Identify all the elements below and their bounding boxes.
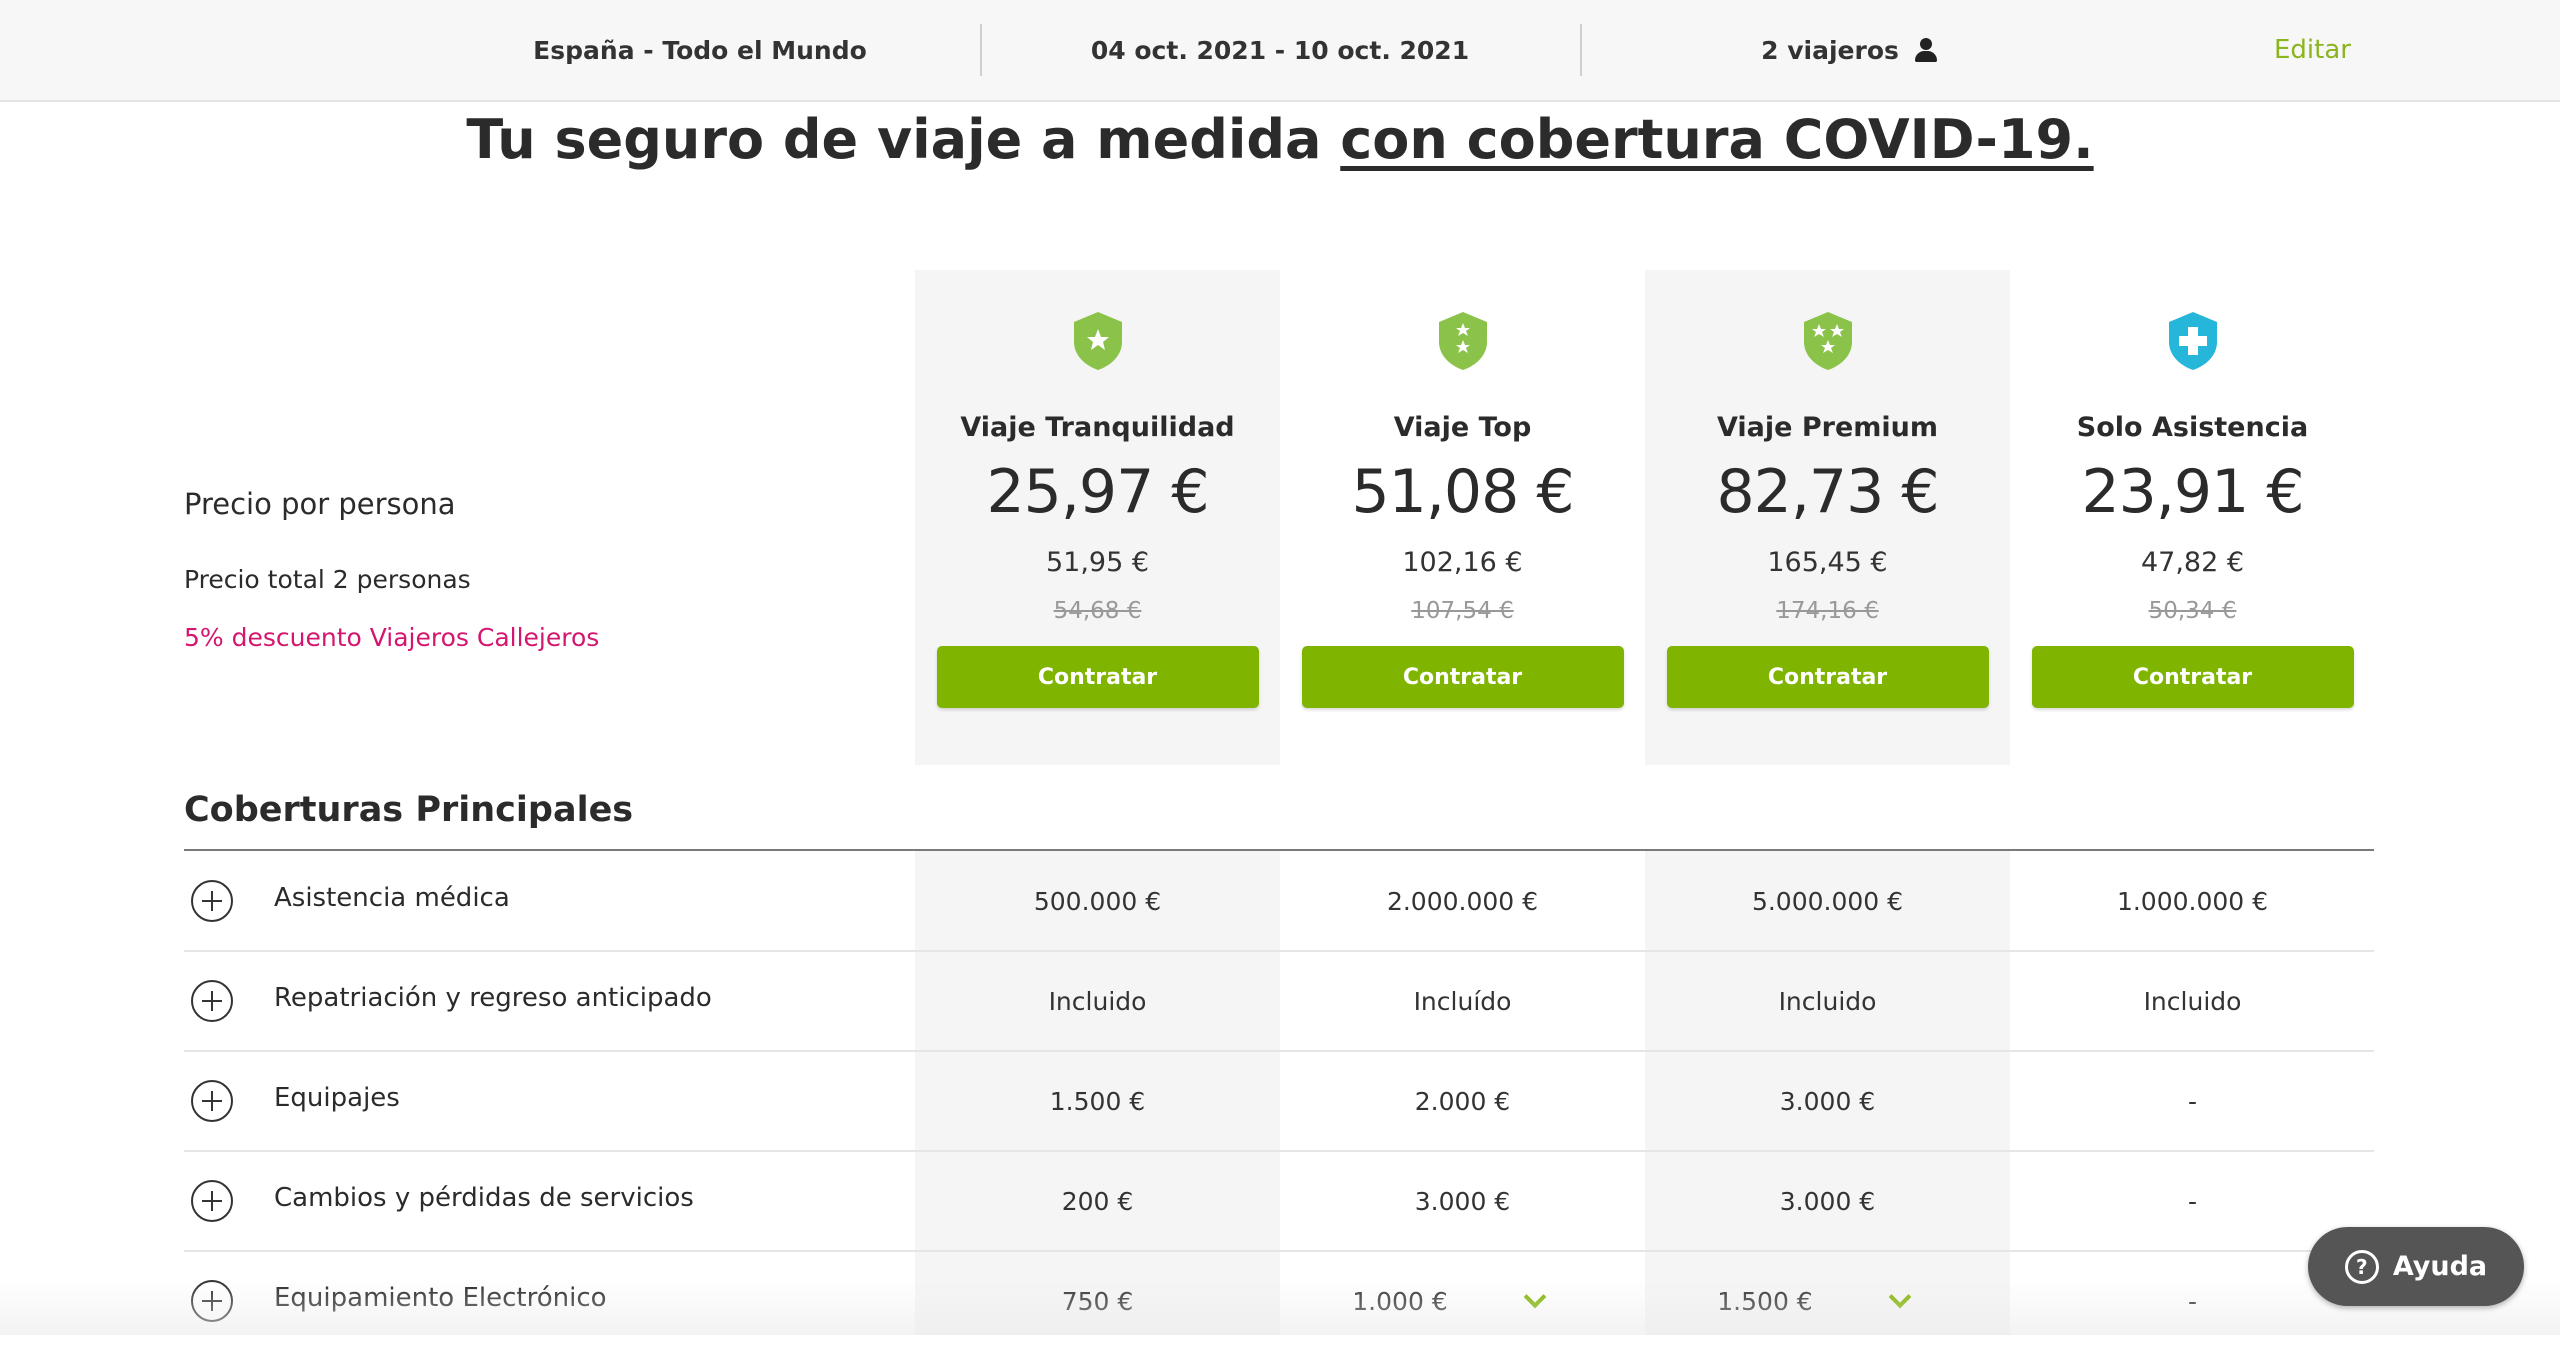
plan-total-price: 51,95 € bbox=[1045, 547, 1150, 578]
shield-cross-icon bbox=[2168, 312, 2217, 370]
coverage-value: 750 € bbox=[1061, 1287, 1134, 1316]
price-per-person-label: Precio por persona bbox=[184, 487, 456, 521]
travelers-summary: 2 viajeros bbox=[1700, 0, 2000, 100]
coverage-row: Cambios y pérdidas de servicios 200 € 3.… bbox=[184, 1151, 2374, 1252]
plan-card: Viaje Top 51,08 € 102,16 € 107,54 € Cont… bbox=[1280, 270, 1645, 708]
plan-original-price: 107,54 € bbox=[1411, 598, 1514, 624]
plan-total-price: 102,16 € bbox=[1402, 547, 1523, 578]
coverage-value: 2.000 € bbox=[1414, 1087, 1511, 1116]
chevron-down-icon[interactable] bbox=[1890, 1291, 1910, 1311]
travelers-label: 2 viajeros bbox=[1761, 35, 1899, 65]
plan-price: 25,97 € bbox=[986, 457, 1209, 527]
plan-total-price: 165,45 € bbox=[1767, 547, 1888, 578]
chevron-down-icon[interactable] bbox=[1525, 1291, 1545, 1311]
plan-name: Viaje Top bbox=[1393, 412, 1532, 443]
coverage-value: Incluído bbox=[1413, 987, 1512, 1016]
page-title-text: Tu seguro de viaje a medida bbox=[466, 108, 1341, 171]
dates-summary: 04 oct. 2021 - 10 oct. 2021 bbox=[1090, 35, 1470, 65]
search-summary-bar: España - Todo el Mundo 04 oct. 2021 - 10… bbox=[0, 0, 2560, 102]
expand-plus-icon[interactable] bbox=[191, 980, 233, 1022]
plan-card: Viaje Premium 82,73 € 165,45 € 174,16 € … bbox=[1645, 270, 2010, 708]
discount-label: 5% descuento Viajeros Callejeros bbox=[184, 623, 600, 652]
coverage-value: 3.000 € bbox=[1414, 1187, 1511, 1216]
coverage-value: - bbox=[2187, 1087, 2198, 1116]
coverage-value: 5.000.000 € bbox=[1751, 887, 1904, 916]
coverage-label: Cambios y pérdidas de servicios bbox=[274, 1183, 694, 1213]
coverage-label: Repatriación y regreso anticipado bbox=[274, 983, 712, 1013]
plan-card: Viaje Tranquilidad 25,97 € 51,95 € 54,68… bbox=[915, 270, 1280, 708]
coverage-value: - bbox=[2187, 1187, 2198, 1216]
contract-button[interactable]: Contratar bbox=[2031, 646, 2354, 708]
plan-price: 23,91 € bbox=[2081, 457, 2304, 527]
coverage-value: Incluido bbox=[2143, 987, 2242, 1016]
coverage-value: Incluido bbox=[1048, 987, 1147, 1016]
coverage-value: 200 € bbox=[1061, 1187, 1134, 1216]
contract-button[interactable]: Contratar bbox=[1666, 646, 1989, 708]
coverage-row: Equipamiento Electrónico 750 € 1.000 € 1… bbox=[184, 1251, 2374, 1350]
plan-price: 51,08 € bbox=[1351, 457, 1574, 527]
coverage-value: 3.000 € bbox=[1779, 1087, 1876, 1116]
plan-total-price: 47,82 € bbox=[2140, 547, 2245, 578]
coverage-value: Incluido bbox=[1778, 987, 1877, 1016]
plan-original-price: 50,34 € bbox=[2148, 598, 2237, 624]
page-title: Tu seguro de viaje a medida con cobertur… bbox=[0, 108, 2560, 171]
coverage-value: 500.000 € bbox=[1033, 887, 1162, 916]
help-label: Ayuda bbox=[2392, 1251, 2488, 1282]
divider bbox=[1580, 24, 1582, 76]
expand-plus-icon[interactable] bbox=[191, 1180, 233, 1222]
user-icon bbox=[1913, 37, 1939, 63]
coverage-value: 1.500 € bbox=[1049, 1087, 1146, 1116]
edit-search-link[interactable]: Editar bbox=[2274, 0, 2351, 100]
plan-name: Viaje Tranquilidad bbox=[960, 412, 1235, 443]
destination-summary: España - Todo el Mundo bbox=[533, 35, 867, 65]
coverage-value: 1.000 € bbox=[1352, 1287, 1448, 1316]
plan-price: 82,73 € bbox=[1716, 457, 1939, 527]
covid-coverage-link[interactable]: con cobertura COVID-19. bbox=[1340, 108, 2093, 171]
contract-button[interactable]: Contratar bbox=[1301, 646, 1624, 708]
coverage-row: Asistencia médica 500.000 € 2.000.000 € … bbox=[184, 851, 2374, 952]
coverage-section-title: Coberturas Principales bbox=[184, 790, 634, 830]
plan-original-price: 54,68 € bbox=[1053, 598, 1142, 624]
contract-button[interactable]: Contratar bbox=[936, 646, 1259, 708]
coverage-row: Equipajes 1.500 € 2.000 € 3.000 € - bbox=[184, 1051, 2374, 1152]
coverage-label: Equipamiento Electrónico bbox=[274, 1283, 607, 1313]
plan-original-price: 174,16 € bbox=[1776, 598, 1879, 624]
coverage-value: 2.000.000 € bbox=[1386, 887, 1539, 916]
coverage-label: Equipajes bbox=[274, 1083, 400, 1113]
plan-name: Solo Asistencia bbox=[2076, 412, 2309, 443]
total-price-label: Precio total 2 personas bbox=[184, 565, 471, 594]
coverage-value: 3.000 € bbox=[1779, 1187, 1876, 1216]
plan-card: Solo Asistencia 23,91 € 47,82 € 50,34 € … bbox=[2010, 270, 2375, 708]
divider bbox=[980, 24, 982, 76]
expand-plus-icon[interactable] bbox=[191, 880, 233, 922]
question-icon: ? bbox=[2344, 1249, 2379, 1284]
expand-plus-icon[interactable] bbox=[191, 1080, 233, 1122]
expand-plus-icon[interactable] bbox=[191, 1280, 233, 1322]
plan-name: Viaje Premium bbox=[1716, 412, 1939, 443]
coverage-row: Repatriación y regreso anticipado Inclui… bbox=[184, 951, 2374, 1052]
coverage-value: 1.000.000 € bbox=[2116, 887, 2269, 916]
shield-one-star-icon bbox=[1073, 312, 1122, 370]
shield-three-stars-icon bbox=[1803, 312, 1852, 370]
help-button[interactable]: ? Ayuda bbox=[2308, 1227, 2524, 1306]
shield-two-stars-icon bbox=[1438, 312, 1487, 370]
coverage-label: Asistencia médica bbox=[274, 883, 510, 913]
coverage-value: 1.500 € bbox=[1717, 1287, 1813, 1316]
